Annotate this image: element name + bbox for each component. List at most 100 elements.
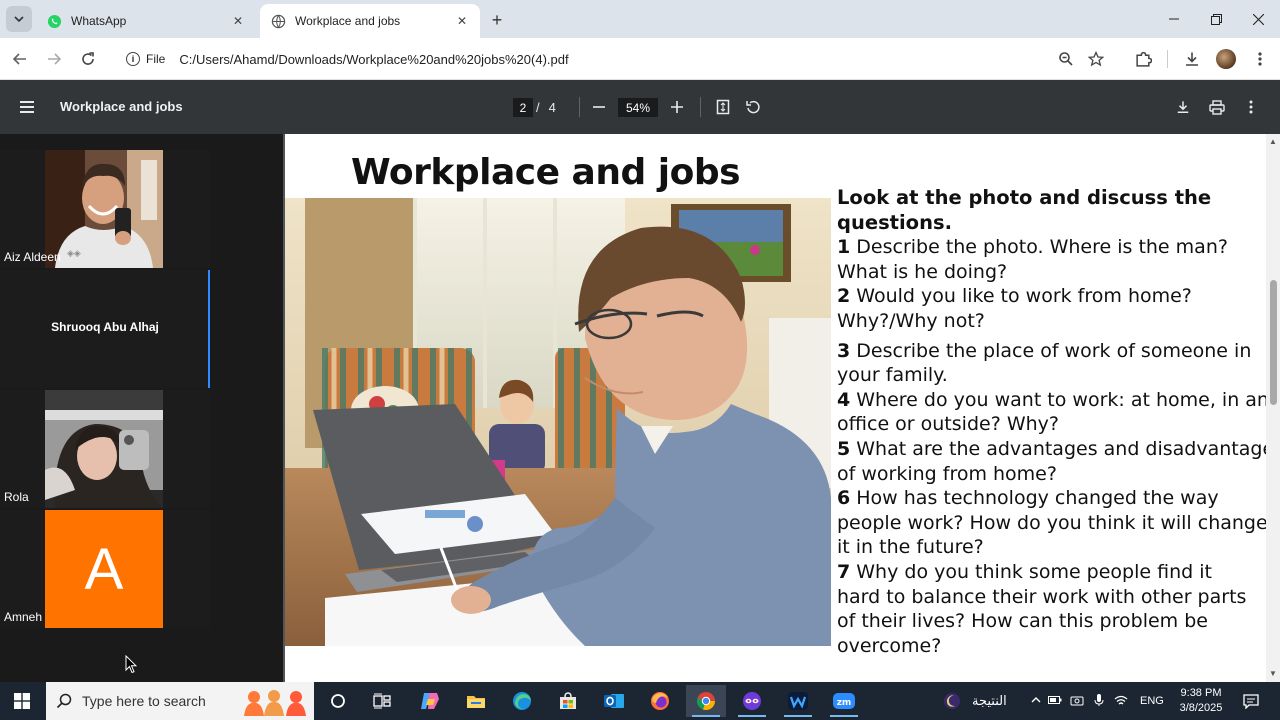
windows-taskbar: Type here to search zm النتيجة ENG 9:38 … [0,682,1280,720]
question-text: How has technology changed the way [850,487,1219,510]
windows-logo-icon [14,693,30,709]
url-text[interactable]: C:/Users/Ahamd/Downloads/Workplace%20and… [179,52,568,67]
participant-name: Rola [4,490,29,504]
firefox-app[interactable] [640,685,680,717]
copilot-app[interactable] [410,685,450,717]
question-number: 1 [837,236,851,259]
question-line: of their lives? How can this problem be [837,610,1208,633]
task-view-button[interactable] [362,685,402,717]
question-4: 4 Where do you want to work: at home, in… [837,388,1266,437]
participant-name: Amneh [4,610,43,624]
tray-widget[interactable]: النتيجة [942,682,1007,720]
reload-button[interactable] [76,47,100,71]
print-button[interactable] [1206,96,1228,118]
zoom-input[interactable]: 54% [618,98,658,117]
globe-icon [270,13,286,29]
fit-page-button[interactable] [712,96,734,118]
task-view-icon [373,693,391,709]
mouse-cursor-icon [125,654,138,679]
vertical-scrollbar[interactable]: ▲ ▼ [1266,134,1280,682]
document-title: Workplace and jobs [351,152,741,193]
question-number: 2 [837,285,851,308]
microsoft-store-app[interactable] [548,685,588,717]
clock[interactable]: 9:38 PM 3/8/2025 [1168,686,1234,716]
camera-icon[interactable] [1066,694,1088,709]
taskbar-search[interactable]: Type here to search [46,682,314,720]
pdf-toolbar: Workplace and jobs 2 /4 54% [0,80,1280,134]
fit-to-page-icon [716,99,730,115]
question-line: What is he doing? [837,260,1008,283]
question-line: people work? How do you think it will ch… [837,511,1266,534]
participant-tile[interactable]: Rola [0,390,210,508]
question-number: 3 [837,339,851,362]
tab-workplace-and-jobs[interactable]: Workplace and jobs ✕ [260,4,480,38]
tab-search-button[interactable] [6,6,32,32]
tab-whatsapp[interactable]: WhatsApp ✕ [36,4,256,38]
pdf-more-button[interactable] [1240,96,1262,118]
cortana-button[interactable] [318,685,358,717]
start-button[interactable] [0,682,44,720]
back-button[interactable] [8,47,32,71]
participant-tile-active-speaker[interactable]: Shruooq Abu Alhaj [0,270,210,388]
extensions-button[interactable] [1131,47,1155,71]
zoom-app[interactable]: zm [824,685,864,717]
close-icon[interactable]: ✕ [230,13,246,29]
notification-button[interactable] [1236,682,1266,720]
restore-icon [1210,13,1222,25]
language-indicator[interactable]: ENG [1140,695,1164,707]
search-highlight-icon [240,686,312,716]
participant-tile[interactable]: A Amneh [0,510,210,628]
question-line: hard to balance their work with other pa… [837,585,1247,608]
battery-icon[interactable] [1044,695,1066,708]
zoom-in-button[interactable] [666,96,688,118]
participant-avatar: A [45,510,163,628]
participant-tile[interactable]: ◈◈ Aiz Aldeen [0,150,210,268]
wifi-icon[interactable] [1110,694,1132,709]
site-info-chip[interactable]: i File [118,46,173,72]
browser-menu-button[interactable] [1248,47,1272,71]
outlook-app[interactable] [594,685,634,717]
new-tab-button[interactable]: + [486,9,508,31]
instruction-line: questions. [837,210,952,234]
scroll-down-arrow-icon[interactable]: ▼ [1269,670,1277,678]
taskbar-app-purple[interactable] [732,685,772,717]
close-window-button[interactable] [1236,0,1280,38]
instruction-line: Look at the photo and discuss the [837,186,1212,209]
question-line: 1 Describe the photo. Where is the man? [837,235,1266,260]
bookmark-button[interactable] [1084,47,1108,71]
question-line: 2 Would you like to work from home? [837,284,1266,309]
downloads-button[interactable] [1180,47,1204,71]
address-bar[interactable]: i File C:/Users/Ahamd/Downloads/Workplac… [114,43,1114,75]
question-2: 2 Would you like to work from home? Why?… [837,284,1266,333]
tab-title: Workplace and jobs [295,14,401,28]
profile-button[interactable] [1214,47,1238,71]
zoom-out-button[interactable] [588,96,610,118]
zoom-indicator-button[interactable] [1054,47,1078,71]
close-icon[interactable]: ✕ [454,13,470,29]
file-explorer-app[interactable] [456,685,496,717]
taskbar-app-blue-w[interactable] [778,685,818,717]
pdf-download-button[interactable] [1172,96,1194,118]
page-number-input[interactable]: 2 [513,98,533,117]
scroll-up-arrow-icon[interactable]: ▲ [1269,138,1277,146]
menu-icon[interactable] [20,97,40,117]
chevron-down-icon [14,16,24,23]
edge-app[interactable] [502,685,542,717]
scrollbar-thumb[interactable] [1270,280,1277,405]
restore-button[interactable] [1194,0,1238,38]
close-icon [1252,13,1264,25]
microphone-icon[interactable] [1088,693,1110,710]
question-text: Describe the place of work of someone in [850,339,1252,362]
page-count: /4 [536,100,565,115]
forward-button[interactable] [42,47,66,71]
rotate-button[interactable] [742,96,764,118]
question-number: 5 [837,437,851,460]
chrome-app[interactable] [686,685,726,717]
plus-icon: + [491,9,503,30]
chevron-up-icon[interactable] [1028,695,1044,707]
participant-name: Shruooq Abu Alhaj [51,320,159,334]
cortana-circle-icon [331,694,345,708]
toolbar-divider [579,97,580,117]
minimize-button[interactable] [1152,0,1196,38]
tab-strip: WhatsApp ✕ Workplace and jobs ✕ + [0,0,1280,38]
